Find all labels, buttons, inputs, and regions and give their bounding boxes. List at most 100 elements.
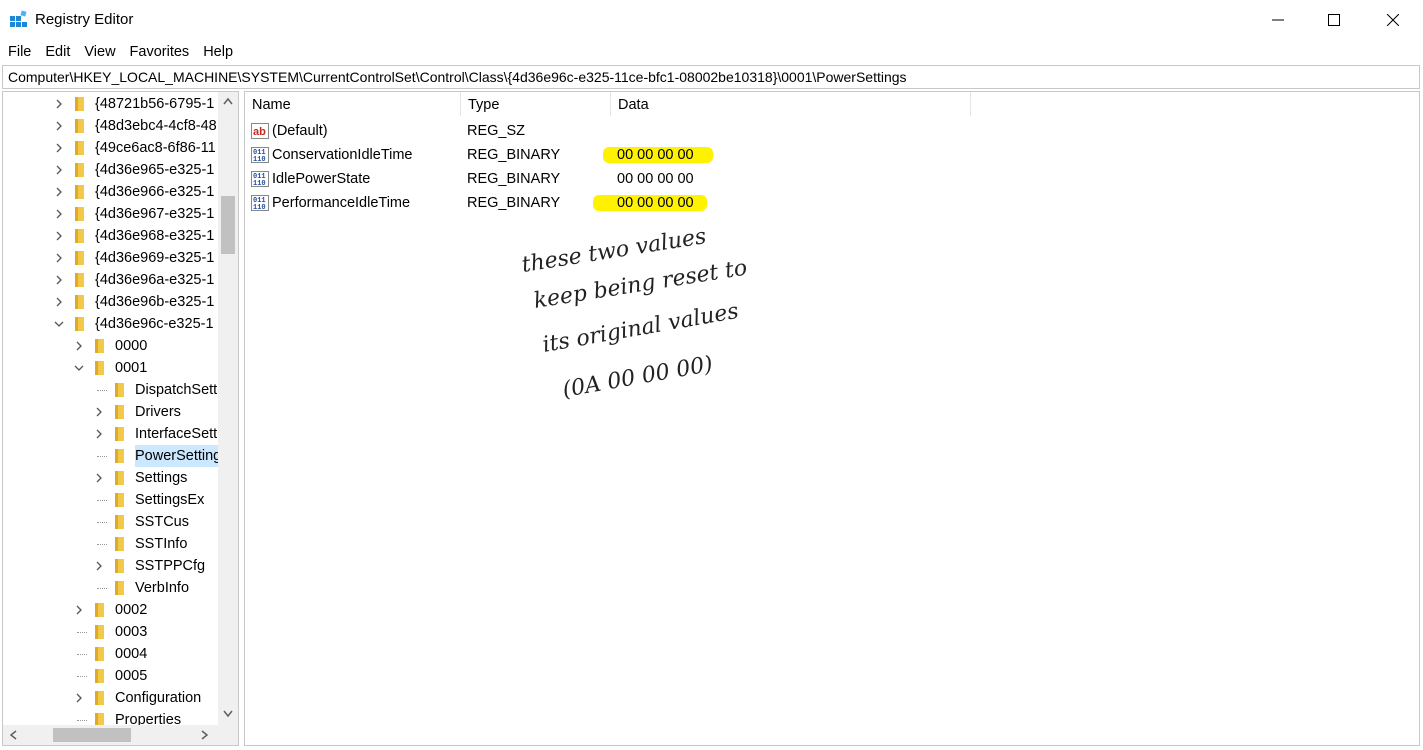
window-title: Registry Editor — [35, 11, 134, 28]
chevron-right-icon[interactable] — [53, 115, 65, 137]
tree-item[interactable]: 0003 — [3, 621, 216, 643]
tree-item[interactable]: Configuration — [3, 687, 216, 709]
tree-item[interactable]: SettingsEx — [3, 489, 216, 511]
tree-item-label: Drivers — [135, 404, 181, 420]
tree-item[interactable]: SSTCus — [3, 511, 216, 533]
tree-item[interactable]: {48721b56-6795-1 — [3, 93, 216, 115]
tree-item-label: PowerSetting — [135, 445, 226, 467]
tree-horizontal-scroll-thumb[interactable] — [53, 728, 131, 742]
address-bar[interactable]: Computer\HKEY_LOCAL_MACHINE\SYSTEM\Curre… — [2, 65, 1420, 89]
value-row[interactable]: 011 110 PerformanceIdleTime REG_BINARY 00 00… — [245, 191, 965, 215]
scroll-left-icon[interactable] — [9, 730, 17, 740]
folder-icon — [75, 119, 84, 133]
chevron-right-icon[interactable] — [53, 291, 65, 313]
tree-item[interactable]: SSTInfo — [3, 533, 216, 555]
close-icon — [1387, 14, 1399, 26]
tree-item[interactable]: {4d36e96b-e325-1 — [3, 291, 216, 313]
handwritten-annotation: these two values keep being reset to its… — [520, 224, 749, 403]
tree-item[interactable]: {4d36e969-e325-1 — [3, 247, 216, 269]
tree-item[interactable]: InterfaceSett — [3, 423, 218, 445]
svg-text:110: 110 — [253, 180, 266, 187]
tree-item[interactable]: 0001 — [3, 357, 216, 379]
tree-item[interactable]: 0000 — [3, 335, 216, 357]
folder-icon — [75, 251, 84, 265]
column-header-data[interactable]: Data — [611, 92, 971, 116]
values-pane[interactable]: Name Type Data ab (Default) REG_SZ 011 110 Co… — [244, 91, 1420, 746]
chevron-right-icon[interactable] — [53, 159, 65, 181]
folder-icon — [75, 273, 84, 287]
chevron-right-icon[interactable] — [53, 269, 65, 291]
maximize-button[interactable] — [1305, 0, 1363, 40]
tree-vertical-scroll-thumb[interactable] — [221, 196, 235, 254]
scroll-up-icon[interactable] — [223, 97, 233, 105]
chevron-right-icon[interactable] — [53, 93, 65, 115]
tree-item[interactable]: {49ce6ac8-6f86-11 — [3, 137, 216, 159]
chevron-right-icon[interactable] — [93, 401, 105, 423]
tree-item-label: InterfaceSett — [135, 426, 218, 442]
tree-vertical-scrollbar[interactable] — [218, 92, 238, 725]
column-header-type[interactable]: Type — [461, 92, 611, 116]
tree-item[interactable]: {4d36e96a-e325-1 — [3, 269, 216, 291]
value-row[interactable]: ab (Default) REG_SZ — [245, 119, 965, 143]
close-button[interactable] — [1364, 0, 1422, 40]
tree-item[interactable]: VerbInfo — [3, 577, 216, 599]
chevron-right-icon[interactable] — [53, 225, 65, 247]
scroll-down-icon[interactable] — [223, 710, 233, 718]
chevron-right-icon[interactable] — [73, 687, 85, 709]
chevron-right-icon[interactable] — [93, 555, 105, 577]
chevron-down-icon[interactable] — [53, 313, 65, 335]
chevron-down-icon[interactable] — [73, 357, 85, 379]
tree-item[interactable]: Drivers — [3, 401, 216, 423]
tree-item[interactable]: PowerSetting — [3, 445, 226, 467]
tree-item[interactable]: {4d36e967-e325-1 — [3, 203, 216, 225]
tree-item-label: {4d36e969-e325-1 — [95, 250, 215, 266]
value-row[interactable]: 011 110 ConservationIdleTime REG_BINARY 00 0… — [245, 143, 965, 167]
value-name: (Default) — [272, 123, 328, 139]
value-row[interactable]: 011 110 IdlePowerState REG_BINARY 00 00 00 0… — [245, 167, 965, 191]
tree-connector — [77, 654, 87, 655]
value-name: IdlePowerState — [272, 171, 371, 187]
tree-connector — [97, 456, 107, 457]
tree-item-label: Configuration — [115, 690, 202, 706]
tree-horizontal-scrollbar[interactable] — [3, 725, 238, 745]
menu-help[interactable]: Help — [196, 40, 240, 64]
chevron-right-icon[interactable] — [53, 247, 65, 269]
folder-icon — [95, 669, 104, 683]
tree-item[interactable]: 0004 — [3, 643, 216, 665]
tree-item[interactable]: SSTPPCfg — [3, 555, 216, 577]
tree-item[interactable]: DispatchSett — [3, 379, 217, 401]
tree-item[interactable]: {4d36e965-e325-1 — [3, 159, 216, 181]
key-tree-pane[interactable]: Properties Configuration 0005 0004 0003 0002 V… — [2, 91, 239, 746]
tree-item[interactable]: {4d36e966-e325-1 — [3, 181, 216, 203]
chevron-right-icon[interactable] — [93, 467, 105, 489]
tree-item-label: SSTCus — [135, 514, 189, 530]
tree-item[interactable]: {4d36e96c-e325-1 — [3, 313, 216, 335]
menu-bar: File Edit View Favorites Help — [0, 40, 1423, 64]
scroll-right-icon[interactable] — [201, 730, 209, 740]
tree-item[interactable]: {48d3ebc4-4cf8-48 — [3, 115, 217, 137]
chevron-right-icon[interactable] — [53, 137, 65, 159]
chevron-right-icon[interactable] — [73, 599, 85, 621]
chevron-right-icon[interactable] — [53, 203, 65, 225]
chevron-right-icon[interactable] — [93, 423, 105, 445]
folder-icon — [75, 295, 84, 309]
menu-file[interactable]: File — [0, 40, 38, 64]
minimize-button[interactable] — [1249, 0, 1307, 40]
tree-item[interactable]: 0002 — [3, 599, 216, 621]
column-header-name[interactable]: Name — [245, 92, 461, 116]
value-name: PerformanceIdleTime — [272, 195, 411, 211]
tree-item[interactable]: 0005 — [3, 665, 216, 687]
menu-view[interactable]: View — [77, 40, 122, 64]
binary-value-icon: 011110 — [251, 195, 269, 211]
tree-item-label: {4d36e968-e325-1 — [95, 228, 215, 244]
folder-icon — [75, 207, 84, 221]
minimize-icon — [1272, 19, 1284, 21]
chevron-right-icon[interactable] — [73, 335, 85, 357]
chevron-right-icon[interactable] — [53, 181, 65, 203]
tree-item[interactable]: Settings — [3, 467, 216, 489]
folder-icon — [115, 559, 124, 573]
menu-favorites[interactable]: Favorites — [123, 40, 197, 64]
tree-item-label: 0002 — [115, 602, 148, 618]
menu-edit[interactable]: Edit — [38, 40, 77, 64]
tree-item[interactable]: {4d36e968-e325-1 — [3, 225, 216, 247]
